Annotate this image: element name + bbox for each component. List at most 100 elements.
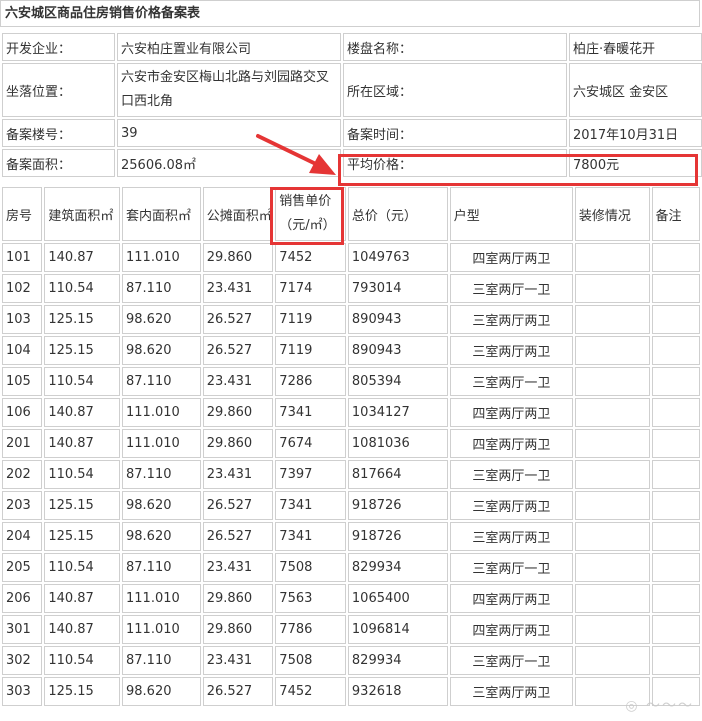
cell-inner-area: 98.620 bbox=[122, 336, 201, 365]
table-row: 105 110.54 87.110 23.431 7286 805394 三室两厅一卫 bbox=[2, 367, 700, 396]
cell-shared-area: 23.431 bbox=[202, 274, 274, 303]
cell-note bbox=[651, 646, 700, 675]
cell-unit-price: 7786 bbox=[275, 615, 346, 644]
cell-inner-area: 111.010 bbox=[122, 398, 201, 427]
cell-shared-area: 26.527 bbox=[202, 491, 274, 520]
info-row: 坐落位置： 六安市金安区梅山北路与刘园路交叉口西北角 所在区域： 六安城区 金安… bbox=[2, 63, 702, 117]
cell-unit-price: 7119 bbox=[275, 305, 346, 334]
table-row: 205 110.54 87.110 23.431 7508 829934 三室两厅一卫 bbox=[2, 553, 700, 582]
cell-decoration bbox=[574, 367, 650, 396]
cell-build-area: 140.87 bbox=[44, 615, 120, 644]
cell-layout: 三室两厅一卫 bbox=[449, 274, 573, 303]
cell-decoration bbox=[574, 243, 650, 272]
cell-inner-area: 98.620 bbox=[122, 522, 201, 551]
location-value: 六安市金安区梅山北路与刘园路交叉口西北角 bbox=[117, 63, 341, 117]
price-record-sheet: 六安城区商品住房销售价格备案表 开发企业： 六安柏庄置业有限公司 楼盘名称： 柏… bbox=[0, 0, 702, 721]
cell-layout: 三室两厅两卫 bbox=[449, 305, 573, 334]
info-table: 开发企业： 六安柏庄置业有限公司 楼盘名称： 柏庄·春暖花开 坐落位置： 六安市… bbox=[0, 31, 702, 179]
project-label: 楼盘名称： bbox=[343, 33, 567, 61]
cell-build-area: 140.87 bbox=[44, 429, 120, 458]
cell-note bbox=[651, 584, 700, 613]
cell-shared-area: 26.527 bbox=[202, 677, 274, 706]
cell-decoration bbox=[574, 615, 650, 644]
cell-unit-price: 7674 bbox=[275, 429, 346, 458]
col-shared-area: 公摊面积㎡ bbox=[202, 187, 274, 241]
cell-total-price: 793014 bbox=[347, 274, 448, 303]
cell-shared-area: 26.527 bbox=[202, 522, 274, 551]
cell-unit-price: 7341 bbox=[275, 491, 346, 520]
col-layout: 户型 bbox=[449, 187, 573, 241]
cell-decoration bbox=[574, 398, 650, 427]
cell-note bbox=[651, 522, 700, 551]
cell-room: 201 bbox=[2, 429, 43, 458]
cell-shared-area: 23.431 bbox=[202, 367, 274, 396]
cell-note bbox=[651, 243, 700, 272]
cell-build-area: 110.54 bbox=[44, 646, 120, 675]
cell-room: 203 bbox=[2, 491, 43, 520]
cell-note bbox=[651, 305, 700, 334]
cell-room: 202 bbox=[2, 460, 43, 489]
cell-shared-area: 29.860 bbox=[202, 243, 274, 272]
cell-room: 301 bbox=[2, 615, 43, 644]
avg-price-value: 7800元 bbox=[569, 149, 702, 177]
cell-decoration bbox=[574, 274, 650, 303]
cell-inner-area: 111.010 bbox=[122, 615, 201, 644]
cell-unit-price: 7341 bbox=[275, 398, 346, 427]
cell-inner-area: 111.010 bbox=[122, 243, 201, 272]
cell-total-price: 918726 bbox=[347, 491, 448, 520]
cell-unit-price: 7508 bbox=[275, 553, 346, 582]
cell-unit-price: 7563 bbox=[275, 584, 346, 613]
cell-inner-area: 98.620 bbox=[122, 491, 201, 520]
cell-room: 303 bbox=[2, 677, 43, 706]
cell-layout: 三室两厅两卫 bbox=[449, 336, 573, 365]
cell-total-price: 890943 bbox=[347, 336, 448, 365]
table-row: 102 110.54 87.110 23.431 7174 793014 三室两厅一卫 bbox=[2, 274, 700, 303]
cell-unit-price: 7119 bbox=[275, 336, 346, 365]
cell-build-area: 140.87 bbox=[44, 398, 120, 427]
cell-unit-price: 7452 bbox=[275, 677, 346, 706]
units-table: 房号 建筑面积㎡ 套内面积㎡ 公摊面积㎡ 销售单价（元/㎡） 总价（元） 户型 … bbox=[0, 185, 702, 708]
cell-layout: 三室两厅一卫 bbox=[449, 460, 573, 489]
table-row: 201 140.87 111.010 29.860 7674 1081036 四室两厅两卫 bbox=[2, 429, 700, 458]
cell-total-price: 890943 bbox=[347, 305, 448, 334]
cell-unit-price: 7341 bbox=[275, 522, 346, 551]
cell-note bbox=[651, 274, 700, 303]
cell-layout: 四室两厅两卫 bbox=[449, 243, 573, 272]
table-row: 202 110.54 87.110 23.431 7397 817664 三室两厅一卫 bbox=[2, 460, 700, 489]
cell-room: 206 bbox=[2, 584, 43, 613]
cell-note bbox=[651, 367, 700, 396]
cell-shared-area: 23.431 bbox=[202, 460, 274, 489]
cell-total-price: 1096814 bbox=[347, 615, 448, 644]
cell-decoration bbox=[574, 646, 650, 675]
table-row: 104 125.15 98.620 26.527 7119 890943 三室两厅两卫 bbox=[2, 336, 700, 365]
cell-unit-price: 7174 bbox=[275, 274, 346, 303]
col-decoration: 装修情况 bbox=[574, 187, 650, 241]
cell-inner-area: 98.620 bbox=[122, 677, 201, 706]
cell-shared-area: 23.431 bbox=[202, 646, 274, 675]
cell-build-area: 125.15 bbox=[44, 305, 120, 334]
cell-build-area: 125.15 bbox=[44, 522, 120, 551]
cell-shared-area: 26.527 bbox=[202, 305, 274, 334]
developer-value: 六安柏庄置业有限公司 bbox=[117, 33, 341, 61]
cell-decoration bbox=[574, 553, 650, 582]
cell-room: 106 bbox=[2, 398, 43, 427]
cell-layout: 四室两厅两卫 bbox=[449, 398, 573, 427]
cell-total-price: 1065400 bbox=[347, 584, 448, 613]
table-row: 302 110.54 87.110 23.431 7508 829934 三室两厅一卫 bbox=[2, 646, 700, 675]
cell-shared-area: 26.527 bbox=[202, 336, 274, 365]
cell-note bbox=[651, 491, 700, 520]
cell-layout: 三室两厅两卫 bbox=[449, 491, 573, 520]
cell-unit-price: 7397 bbox=[275, 460, 346, 489]
cell-decoration bbox=[574, 584, 650, 613]
cell-total-price: 1081036 bbox=[347, 429, 448, 458]
cell-decoration bbox=[574, 460, 650, 489]
cell-decoration bbox=[574, 491, 650, 520]
table-row: 203 125.15 98.620 26.527 7341 918726 三室两厅两卫 bbox=[2, 491, 700, 520]
cell-room: 103 bbox=[2, 305, 43, 334]
table-row: 106 140.87 111.010 29.860 7341 1034127 四室两厅两卫 bbox=[2, 398, 700, 427]
cell-room: 101 bbox=[2, 243, 43, 272]
cell-room: 204 bbox=[2, 522, 43, 551]
district-value: 六安城区 金安区 bbox=[569, 63, 702, 117]
cell-room: 105 bbox=[2, 367, 43, 396]
cell-shared-area: 29.860 bbox=[202, 615, 274, 644]
